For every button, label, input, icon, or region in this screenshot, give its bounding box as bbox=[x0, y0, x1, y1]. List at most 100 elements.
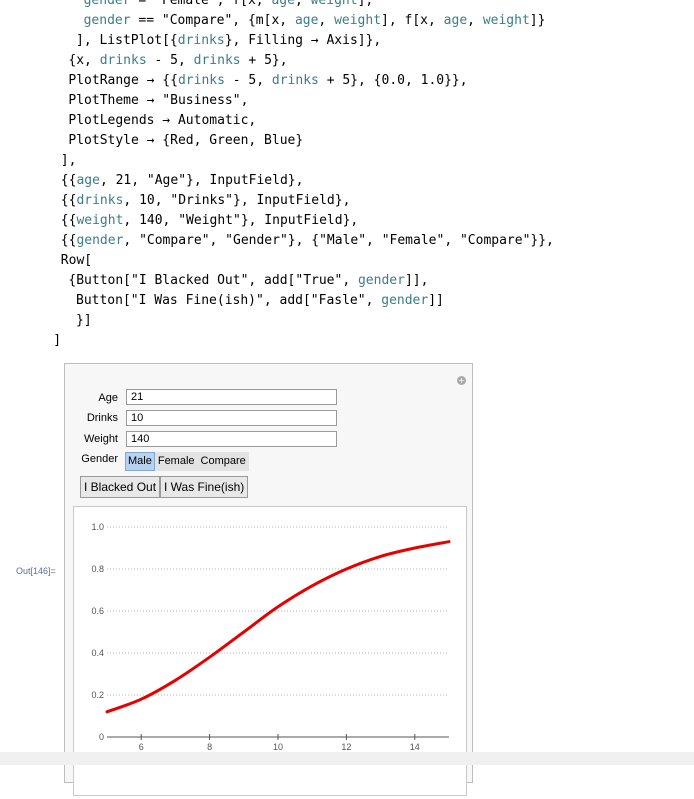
code-variable: gender bbox=[83, 0, 131, 8]
code-token: ], bbox=[357, 0, 374, 8]
code-line: {{gender, "Compare", "Gender"}, {"Male",… bbox=[61, 233, 554, 249]
code-token: , bbox=[318, 13, 335, 28]
weight-label: Weight bbox=[83, 433, 118, 445]
code-variable: weight bbox=[310, 0, 358, 8]
code-token: Row[ bbox=[60, 253, 93, 268]
options-plus-icon[interactable]: + bbox=[457, 376, 466, 385]
bottom-status-bar bbox=[0, 752, 694, 765]
code-token: Button["I Was Fine(ish)", add["Fasle", bbox=[76, 293, 382, 308]
code-token: ], bbox=[60, 153, 77, 168]
code-variable: weight bbox=[334, 13, 382, 28]
y-tick-label: 1.0 bbox=[91, 522, 104, 532]
code-variable: age bbox=[76, 173, 100, 188]
x-tick-label: 10 bbox=[273, 742, 283, 752]
code-token: {Button["I Blacked Out", add["True", bbox=[68, 273, 358, 288]
gender-label: Gender bbox=[81, 453, 118, 465]
code-token: f[x, bbox=[232, 0, 272, 8]
code-line: {{age, 21, "Age"}, InputField}, bbox=[61, 173, 304, 189]
code-variable: gender bbox=[76, 233, 124, 248]
code-variable: drinks bbox=[193, 53, 241, 68]
code-line: Button["I Was Fine(ish)", add["Fasle", g… bbox=[76, 293, 444, 309]
code-line: PlotTheme → "Business", bbox=[68, 93, 248, 109]
x-tick-label: 14 bbox=[410, 742, 420, 752]
code-token: {x, bbox=[68, 53, 100, 68]
code-token: {{ bbox=[60, 213, 77, 228]
code-line: gender = "Female", f[x, age, weight], bbox=[84, 0, 374, 9]
code-line: {x, drinks - 5, drinks + 5}, bbox=[68, 53, 287, 69]
y-tick-label: 0.8 bbox=[91, 564, 104, 574]
y-tick-label: 0 bbox=[99, 732, 104, 742]
code-token: == "Compare", {m[x, bbox=[130, 13, 295, 28]
gender-option-male[interactable]: Male bbox=[125, 452, 155, 471]
code-variable: drinks bbox=[177, 73, 225, 88]
code-token: ]], bbox=[404, 273, 429, 288]
manipulate-panel: + Age 21 Drinks 10 Weight 140 Gender Mal… bbox=[64, 363, 473, 796]
code-token: , 10, "Drinks"}, InputField}, bbox=[123, 193, 351, 208]
was-fine-button[interactable]: I Was Fine(ish) bbox=[160, 476, 249, 498]
code-line: ], ListPlot[{drinks}, Filling → Axis]}, bbox=[76, 33, 381, 49]
code-variable: gender bbox=[357, 273, 405, 288]
code-token: = "Female", bbox=[130, 0, 233, 8]
code-line: Row[ bbox=[61, 253, 92, 269]
code-token: ]} bbox=[529, 13, 546, 28]
age-input[interactable]: 21 bbox=[126, 389, 337, 405]
code-variable: drinks bbox=[271, 73, 319, 88]
y-tick-label: 0.4 bbox=[91, 648, 104, 658]
code-variable: drinks bbox=[177, 33, 225, 48]
code-line: PlotRange → {{drinks - 5, drinks + 5}, {… bbox=[68, 73, 467, 89]
code-token: ]] bbox=[428, 293, 444, 308]
code-line: ], bbox=[61, 153, 77, 169]
code-token: PlotStyle → {Red, Green, Blue} bbox=[68, 133, 304, 148]
code-token: PlotLegends → Automatic, bbox=[68, 113, 257, 128]
series-line bbox=[105, 540, 451, 714]
code-token: ] bbox=[53, 333, 62, 348]
code-variable: age bbox=[443, 13, 468, 28]
code-token: PlotTheme → "Business", bbox=[68, 93, 249, 108]
code-variable: gender bbox=[381, 293, 429, 308]
code-token: {{ bbox=[60, 173, 77, 188]
blacked-out-button[interactable]: I Blacked Out bbox=[80, 476, 161, 498]
code-line: PlotLegends → Automatic, bbox=[68, 113, 256, 129]
code-token: {{ bbox=[60, 193, 77, 208]
weight-input[interactable]: 140 bbox=[126, 431, 337, 447]
code-line: {Button["I Blacked Out", add["True", gen… bbox=[68, 273, 428, 289]
code-line: gender == "Compare", {m[x, age, weight],… bbox=[84, 13, 546, 29]
drinks-input[interactable]: 10 bbox=[126, 410, 337, 426]
code-token: - 5, bbox=[224, 73, 272, 88]
age-label: Age bbox=[98, 392, 118, 404]
y-tick-label: 0.6 bbox=[91, 606, 104, 616]
code-line: {{weight, 140, "Weight"}, InputField}, bbox=[61, 213, 358, 229]
code-line: }] bbox=[76, 313, 92, 329]
code-token: ], f[x, bbox=[381, 13, 444, 28]
code-variable: drinks bbox=[76, 193, 124, 208]
code-token: , "Compare", "Gender"}, {"Male", "Female… bbox=[123, 233, 554, 248]
code-token: , bbox=[294, 0, 311, 8]
code-token: ], ListPlot[{ bbox=[76, 33, 178, 48]
code-token: , bbox=[467, 13, 483, 28]
code-variable: drinks bbox=[99, 53, 147, 68]
code-token: - 5, bbox=[146, 53, 194, 68]
x-tick-label: 8 bbox=[207, 742, 212, 752]
code-token: }, Filling → Axis]}, bbox=[224, 33, 382, 48]
code-token: + 5}, bbox=[240, 53, 288, 68]
code-variable: age bbox=[294, 13, 319, 28]
gender-option-compare[interactable]: Compare bbox=[198, 452, 249, 471]
x-tick-label: 6 bbox=[139, 742, 144, 752]
code-token: , 140, "Weight"}, InputField}, bbox=[123, 213, 359, 228]
gender-option-female[interactable]: Female bbox=[155, 452, 198, 471]
code-token: , 21, "Age"}, InputField}, bbox=[99, 173, 304, 188]
code-line: ] bbox=[53, 333, 61, 349]
output-label: Out[146]= bbox=[16, 566, 56, 576]
code-token: PlotRange → {{ bbox=[68, 73, 178, 88]
code-line: {{drinks, 10, "Drinks"}, InputField}, bbox=[61, 193, 351, 209]
code-token: {{ bbox=[60, 233, 77, 248]
code-token: }] bbox=[76, 313, 92, 328]
code-variable: weight bbox=[482, 13, 530, 28]
code-variable: weight bbox=[76, 213, 124, 228]
code-variable: age bbox=[271, 0, 295, 8]
y-tick-label: 0.2 bbox=[91, 690, 104, 700]
drinks-label: Drinks bbox=[86, 412, 118, 424]
code-variable: gender bbox=[83, 13, 131, 28]
x-tick-label: 12 bbox=[341, 742, 351, 752]
code-token: + 5}, {0.0, 1.0}}, bbox=[318, 73, 468, 88]
